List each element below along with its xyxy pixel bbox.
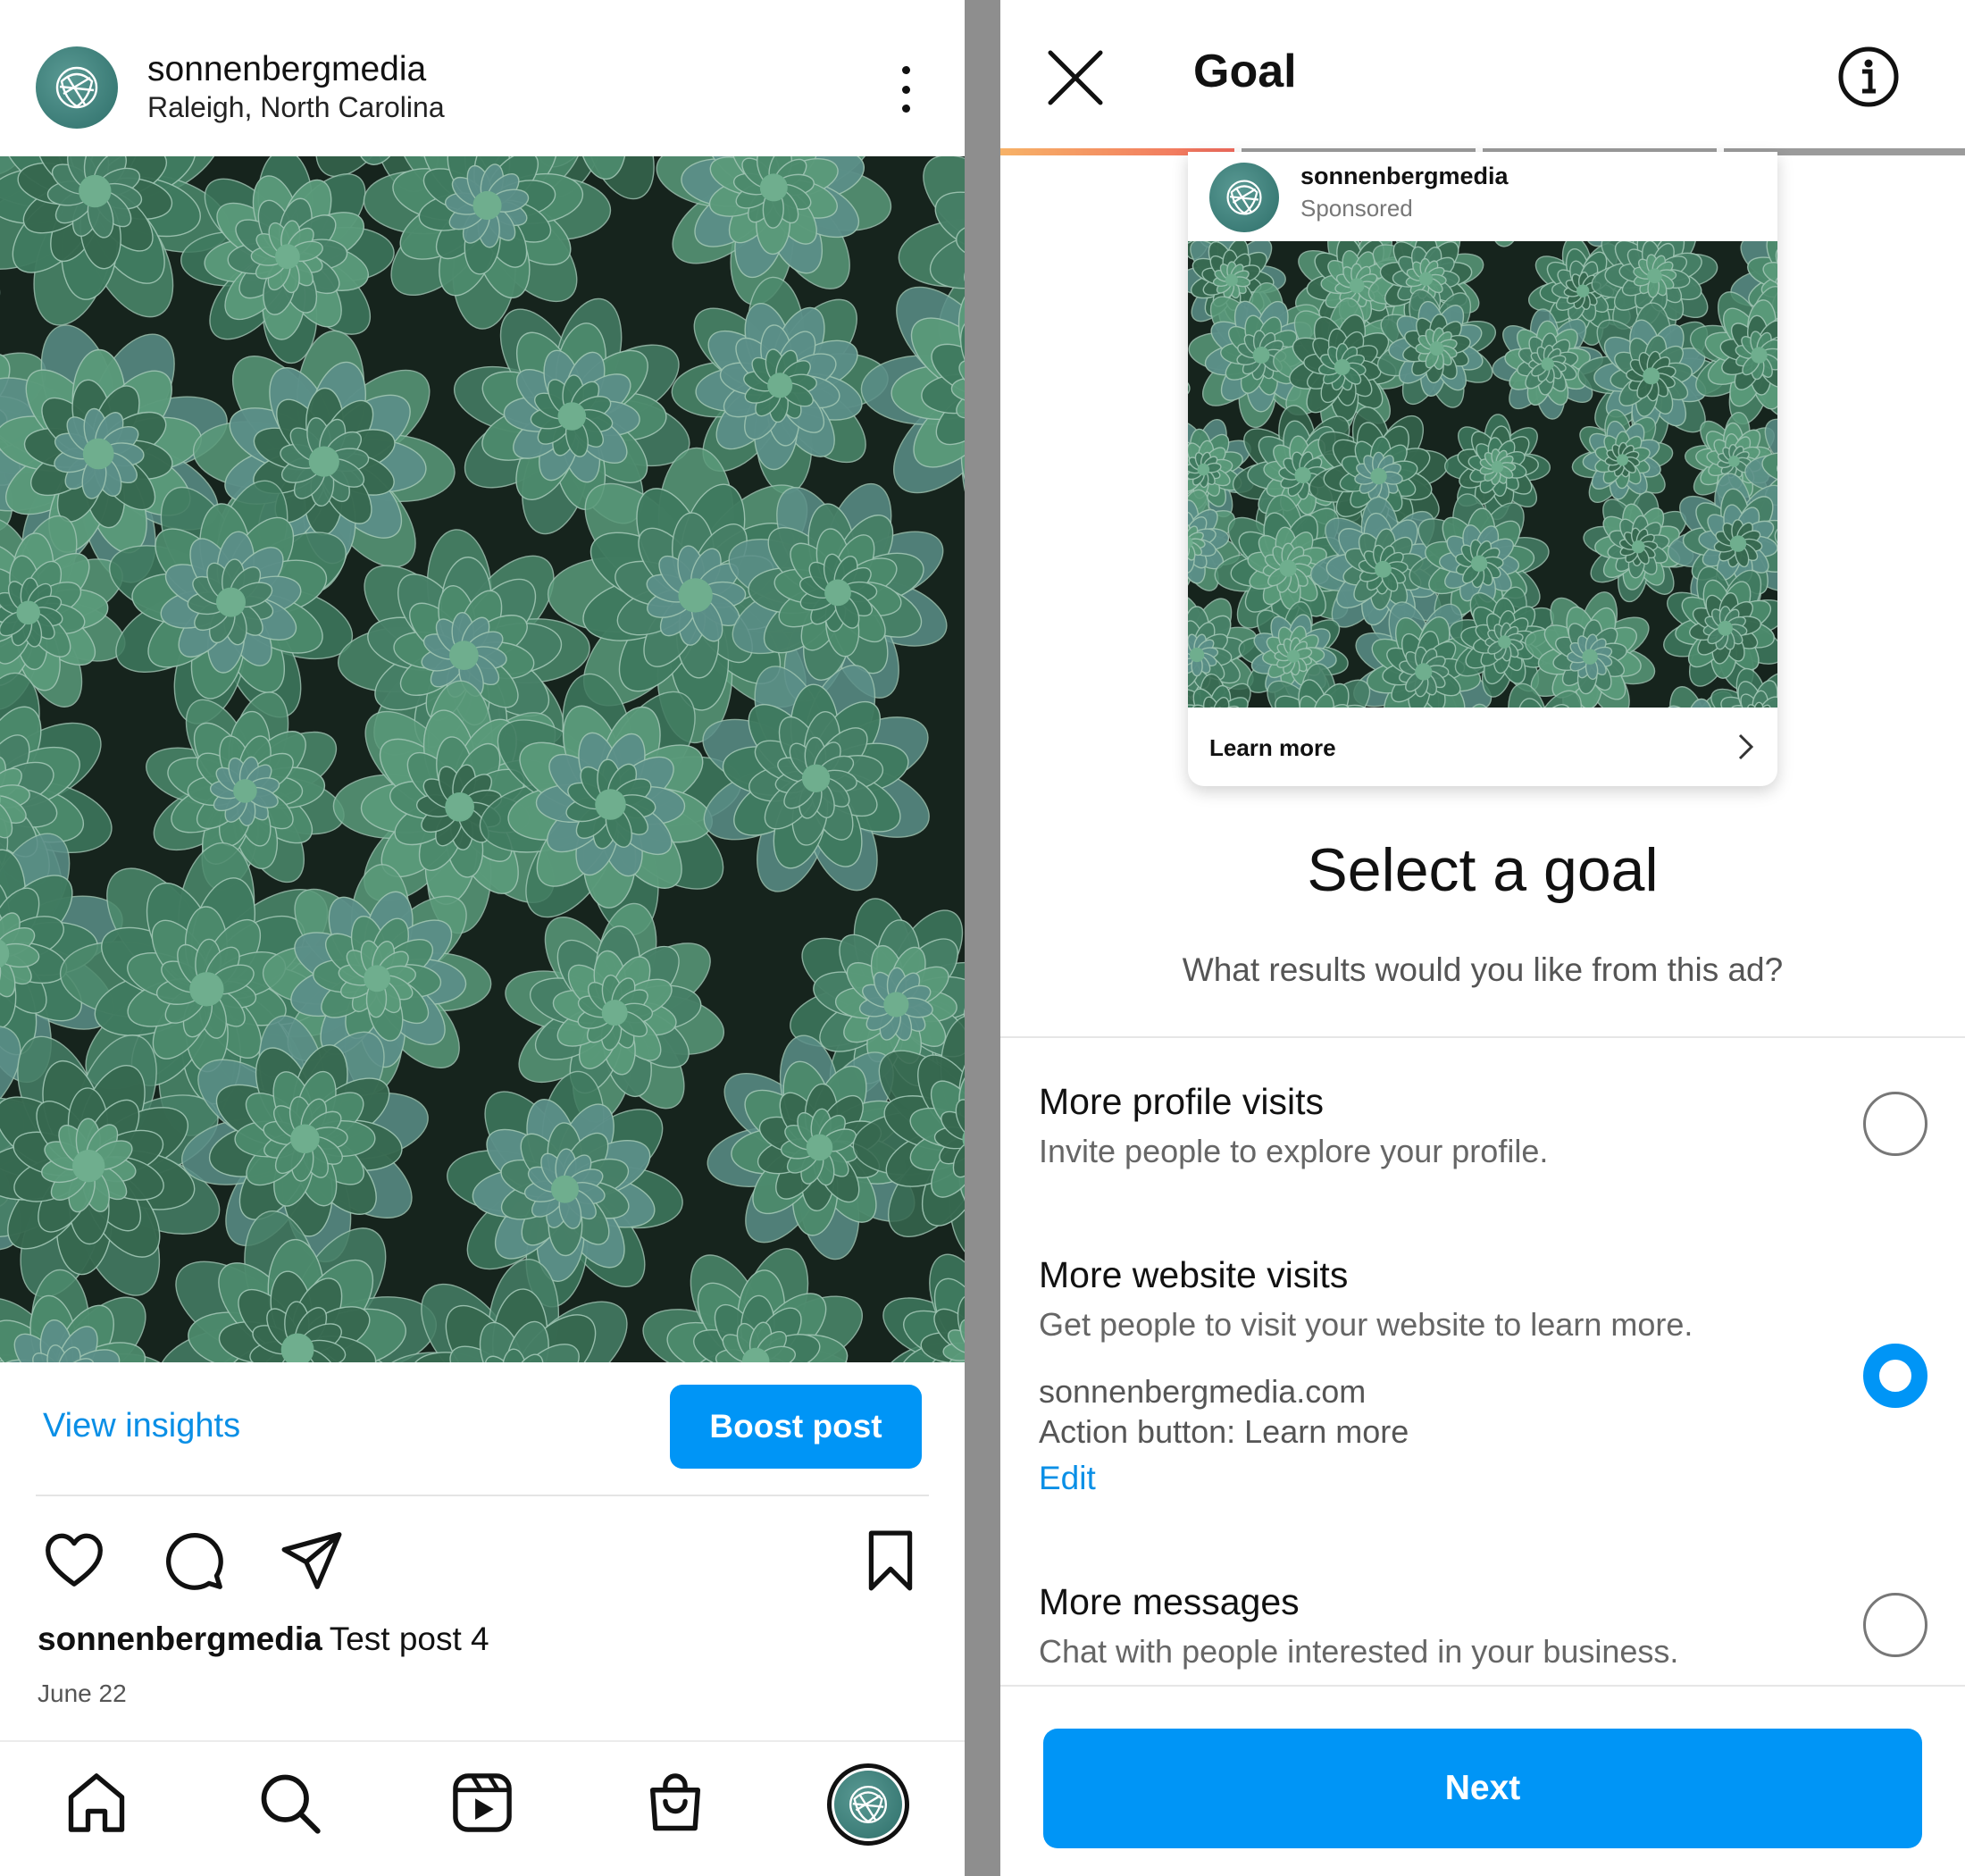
post-username[interactable]: sonnenbergmedia xyxy=(147,50,426,89)
sponsored-label: Sponsored xyxy=(1300,195,1413,222)
succulent-photo xyxy=(1188,241,1777,708)
radio-website-visits[interactable] xyxy=(1863,1344,1927,1408)
home-icon[interactable] xyxy=(63,1769,130,1837)
post-panel: sonnenbergmedia Raleigh, North Carolina … xyxy=(0,0,965,1876)
ad-preview-card: sonnenbergmedia Sponsored Learn more xyxy=(1188,152,1777,786)
post-header: sonnenbergmedia Raleigh, North Carolina xyxy=(0,0,965,156)
divider xyxy=(0,1740,965,1742)
leaf-logo-icon xyxy=(849,1785,888,1824)
preview-username: sonnenbergmedia xyxy=(1300,163,1509,189)
edit-link[interactable]: Edit xyxy=(1039,1460,1096,1497)
goal-option-profile-visits-title[interactable]: More profile visits xyxy=(1039,1081,1324,1123)
leaf-logo-icon xyxy=(55,66,98,109)
goal-option-website-visits-desc: Get people to visit your website to lear… xyxy=(1039,1306,1693,1343)
website-url: sonnenbergmedia.com xyxy=(1039,1373,1367,1410)
next-button[interactable]: Next xyxy=(1043,1729,1922,1848)
close-icon[interactable] xyxy=(1047,49,1104,106)
page-title: Goal xyxy=(1193,46,1297,97)
comment-icon[interactable] xyxy=(161,1528,227,1594)
divider xyxy=(1000,1036,1965,1038)
succulent-photo xyxy=(0,156,965,1362)
share-send-icon[interactable] xyxy=(279,1528,345,1594)
nav-profile-avatar[interactable] xyxy=(827,1763,909,1846)
radio-profile-visits[interactable] xyxy=(1863,1092,1927,1156)
info-icon[interactable] xyxy=(1836,45,1901,109)
search-icon[interactable] xyxy=(255,1769,323,1837)
boost-post-button[interactable]: Boost post xyxy=(670,1385,922,1469)
caption-username[interactable]: sonnenbergmedia xyxy=(38,1621,322,1657)
divider xyxy=(36,1495,929,1496)
preview-photo xyxy=(1188,241,1777,708)
post-caption: sonnenbergmedia Test post 4 xyxy=(38,1621,489,1658)
bookmark-icon[interactable] xyxy=(857,1528,924,1594)
radio-messages[interactable] xyxy=(1863,1593,1927,1657)
section-heading: Select a goal xyxy=(1307,836,1659,904)
goal-option-profile-visits-desc: Invite people to explore your profile. xyxy=(1039,1133,1549,1169)
learn-more-cta: Learn more xyxy=(1209,734,1336,761)
post-date: June 22 xyxy=(38,1679,127,1707)
more-options-icon[interactable] xyxy=(884,63,927,116)
goal-option-website-visits-title[interactable]: More website visits xyxy=(1039,1254,1348,1296)
section-subheading: What results would you like from this ad… xyxy=(1182,951,1784,988)
panel-divider xyxy=(965,0,1000,1876)
post-location[interactable]: Raleigh, North Carolina xyxy=(147,91,445,124)
leaf-logo-icon xyxy=(1226,180,1262,215)
caption-text: Test post 4 xyxy=(329,1621,489,1657)
profile-avatar xyxy=(1209,163,1279,232)
profile-avatar[interactable] xyxy=(36,46,118,129)
goal-option-messages-title[interactable]: More messages xyxy=(1039,1581,1300,1623)
goal-option-messages-desc: Chat with people interested in your busi… xyxy=(1039,1633,1679,1670)
like-heart-icon[interactable] xyxy=(41,1528,107,1594)
view-insights-link[interactable]: View insights xyxy=(43,1407,240,1445)
goal-panel: Goal sonnenbergmedia Sponsored Learn mor… xyxy=(1000,0,1965,1876)
chevron-right-icon xyxy=(1727,729,1763,765)
post-photo[interactable] xyxy=(0,156,965,1362)
profile-avatar xyxy=(834,1771,902,1838)
shop-icon[interactable] xyxy=(641,1769,709,1837)
reels-icon[interactable] xyxy=(448,1769,516,1837)
divider xyxy=(1000,1685,1965,1687)
action-button-label: Action button: Learn more xyxy=(1039,1413,1409,1450)
